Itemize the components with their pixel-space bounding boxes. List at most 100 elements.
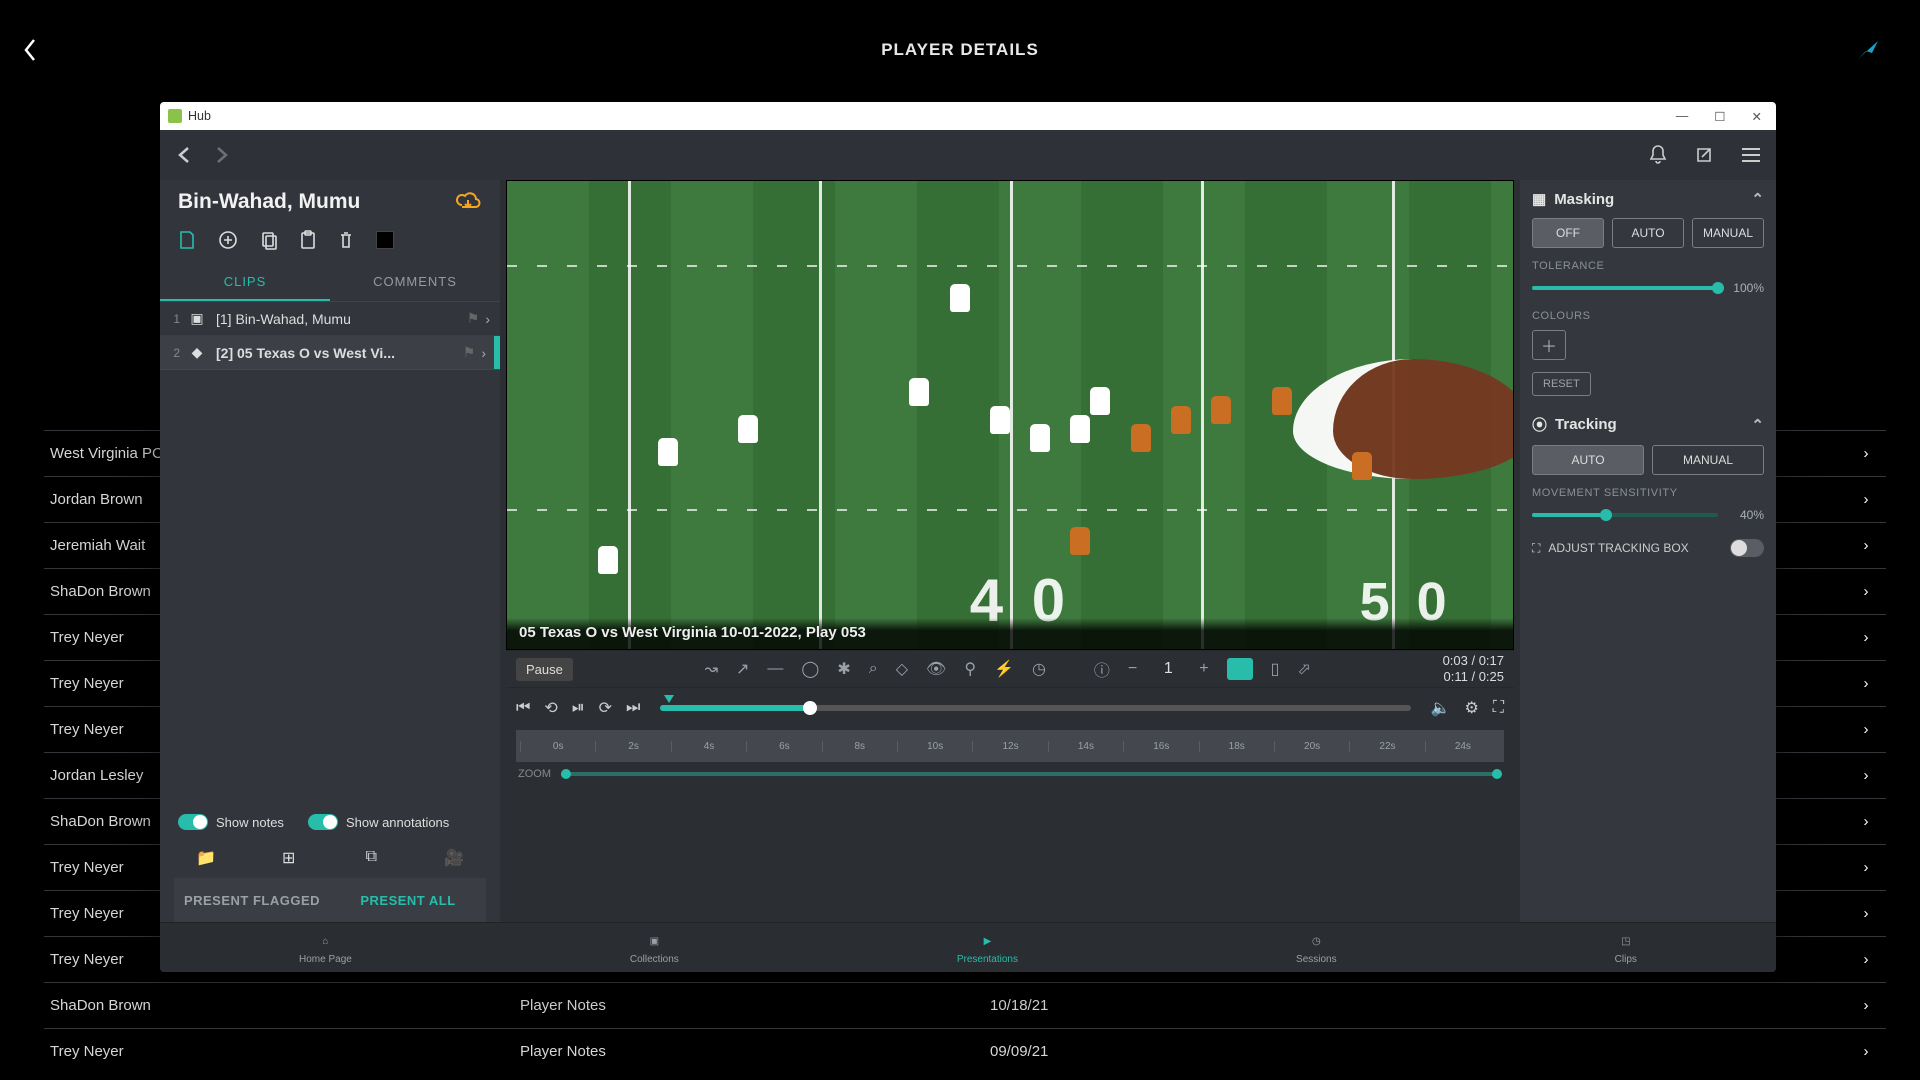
present-all-button[interactable]: PRESENT ALL: [330, 878, 486, 922]
nav-back-icon[interactable]: [174, 145, 194, 165]
open-external-icon[interactable]: [1694, 145, 1714, 165]
rewind-icon[interactable]: ⟲: [544, 698, 557, 718]
paste-icon[interactable]: [300, 230, 316, 250]
table-row[interactable]: ShaDon BrownPlayer Notes10/18/21›: [44, 982, 1886, 1028]
tool-ellipse-icon[interactable]: ◯: [801, 659, 819, 679]
increment-button[interactable]: +: [1199, 660, 1208, 678]
new-note-icon[interactable]: [178, 230, 196, 250]
tolerance-slider[interactable]: 100%: [1532, 278, 1764, 298]
nav-sessions[interactable]: ◷Sessions: [1296, 930, 1337, 965]
flag-icon[interactable]: ⚑: [463, 344, 476, 361]
pause-label: Pause: [516, 658, 573, 681]
tool-stopwatch-icon[interactable]: ◷: [1032, 659, 1046, 679]
delete-icon[interactable]: [338, 230, 354, 250]
zoom-label: ZOOM: [518, 768, 551, 780]
masking-auto-button[interactable]: AUTO: [1612, 218, 1684, 248]
window-title: Hub: [188, 109, 211, 123]
tool-erase-icon[interactable]: ▯: [1271, 659, 1280, 679]
tool-shape-icon[interactable]: ◇: [896, 659, 908, 679]
colours-label: COLOURS: [1532, 310, 1764, 322]
tab-clips[interactable]: CLIPS: [160, 264, 330, 301]
tool-zoom-icon[interactable]: ⌕: [869, 660, 878, 678]
forward-icon[interactable]: ⟳: [599, 698, 612, 718]
fullscreen-icon[interactable]: ⛶: [1493, 699, 1504, 717]
chevron-right-icon: ›: [485, 311, 490, 327]
right-panel: ▦Masking⌃ OFF AUTO MANUAL TOLERANCE 100%…: [1520, 180, 1776, 922]
sensitivity-label: MOVEMENT SENSITIVITY: [1532, 487, 1764, 499]
adjust-box-toggle[interactable]: [1730, 539, 1764, 557]
video-panel: 4 05 0 05 Texas O vs West Virginia 10-01…: [500, 180, 1520, 922]
tool-spark-icon[interactable]: ⚡: [994, 659, 1014, 679]
tool-path-icon[interactable]: ↝: [705, 659, 718, 679]
tool-link-icon[interactable]: ✱: [837, 659, 850, 679]
color-swatch[interactable]: [1227, 658, 1253, 680]
decrement-button[interactable]: −: [1128, 660, 1137, 678]
nav-clips[interactable]: ◳Clips: [1615, 930, 1637, 965]
player-name: Bin-Wahad, Mumu: [178, 190, 360, 214]
nav-forward-icon[interactable]: [212, 145, 232, 165]
table-row[interactable]: Trey NeyerPlayer Notes09/09/21›: [44, 1028, 1886, 1074]
masking-manual-button[interactable]: MANUAL: [1692, 218, 1764, 248]
annotation-toolbar: Pause ↝ ↗ ― ◯ ✱ ⌕ ◇ 👁 ⚲ ⚡ ◷ ⓘ − 1 + ▯: [506, 650, 1514, 688]
time-readout: 0:03 / 0:17 0:11 / 0:25: [1443, 653, 1504, 686]
menu-icon[interactable]: [1740, 146, 1762, 164]
video-player[interactable]: 4 05 0 05 Texas O vs West Virginia 10-01…: [506, 180, 1514, 650]
tracking-auto-button[interactable]: AUTO: [1532, 445, 1644, 475]
window-titlebar: Hub — ☐ ✕: [160, 102, 1776, 130]
timeline-ruler[interactable]: 0s2s4s6s8s10s12s14s16s18s20s22s24s: [516, 730, 1504, 762]
clip-item[interactable]: 1 ▣ [1] Bin-Wahad, Mumu ⚑ ›: [160, 302, 500, 336]
tool-arrow-icon[interactable]: ↗: [736, 659, 749, 679]
copy-icon[interactable]: [260, 230, 278, 250]
add-screen-icon[interactable]: ⧉: [347, 848, 395, 868]
masking-off-button[interactable]: OFF: [1532, 218, 1604, 248]
reset-button[interactable]: RESET: [1532, 372, 1591, 396]
back-button[interactable]: [20, 36, 40, 64]
record-icon[interactable]: 🎥: [430, 848, 478, 868]
tool-player-icon[interactable]: ⚲: [964, 659, 976, 679]
seek-bar[interactable]: [660, 705, 1410, 711]
tracking-section: ⦿Tracking⌃ AUTO MANUAL MOVEMENT SENSITIV…: [1532, 414, 1764, 557]
hub-icon: [168, 109, 182, 123]
bell-icon[interactable]: [1648, 144, 1668, 166]
collapse-icon[interactable]: ⌃: [1751, 190, 1764, 208]
color-picker-icon[interactable]: [376, 231, 394, 249]
flag-icon[interactable]: ⚑: [467, 310, 480, 327]
skip-back-icon[interactable]: ⏮: [516, 699, 530, 717]
toggle-show-notes[interactable]: Show notes: [178, 814, 284, 830]
nav-collections[interactable]: ▣Collections: [630, 930, 679, 965]
cloud-download-icon[interactable]: [454, 191, 482, 213]
clip-item-selected[interactable]: 2 ◆ [2] 05 Texas O vs West Vi... ⚑ ›: [160, 336, 500, 370]
zoom-slider[interactable]: [561, 772, 1502, 776]
video-caption: 05 Texas O vs West Virginia 10-01-2022, …: [507, 618, 1513, 649]
masking-title: Masking: [1554, 191, 1614, 208]
chevron-right-icon: ›: [481, 345, 486, 361]
sensitivity-slider[interactable]: 40%: [1532, 505, 1764, 525]
sidebar: Bin-Wahad, Mumu CLIPS COMMENTS 1 ▣: [160, 180, 500, 922]
add-to-collection-icon[interactable]: ⊞: [265, 848, 313, 868]
nav-home[interactable]: ⌂Home Page: [299, 930, 352, 965]
minimize-button[interactable]: —: [1670, 107, 1695, 126]
collapse-icon[interactable]: ⌃: [1751, 416, 1764, 434]
toggle-show-annotations[interactable]: Show annotations: [308, 814, 449, 830]
page-title: PLAYER DETAILS: [881, 40, 1039, 60]
tool-info-icon[interactable]: ⓘ: [1094, 657, 1110, 681]
volume-icon[interactable]: 🔈: [1431, 698, 1451, 718]
tab-comments[interactable]: COMMENTS: [330, 264, 500, 301]
image-icon: ▣: [188, 310, 206, 327]
tool-cursor-icon[interactable]: ⬀: [1297, 659, 1310, 679]
nav-presentations[interactable]: ▶Presentations: [957, 930, 1018, 965]
tolerance-label: TOLERANCE: [1532, 260, 1764, 272]
tool-line-icon[interactable]: ―: [767, 660, 783, 678]
play-pause-icon[interactable]: ⏯: [572, 699, 585, 717]
share-icon[interactable]: [1856, 39, 1880, 61]
settings-icon[interactable]: ⚙: [1464, 698, 1478, 718]
skip-forward-icon[interactable]: ⏭: [626, 699, 640, 717]
add-clip-icon[interactable]: [218, 230, 238, 250]
maximize-button[interactable]: ☐: [1708, 107, 1731, 126]
folder-icon[interactable]: 📁: [182, 848, 230, 868]
tracking-manual-button[interactable]: MANUAL: [1652, 445, 1764, 475]
tool-visibility-icon[interactable]: 👁: [926, 659, 946, 679]
present-flagged-button[interactable]: PRESENT FLAGGED: [174, 878, 330, 922]
close-button[interactable]: ✕: [1746, 107, 1768, 126]
add-colour-button[interactable]: ＋: [1532, 330, 1566, 360]
